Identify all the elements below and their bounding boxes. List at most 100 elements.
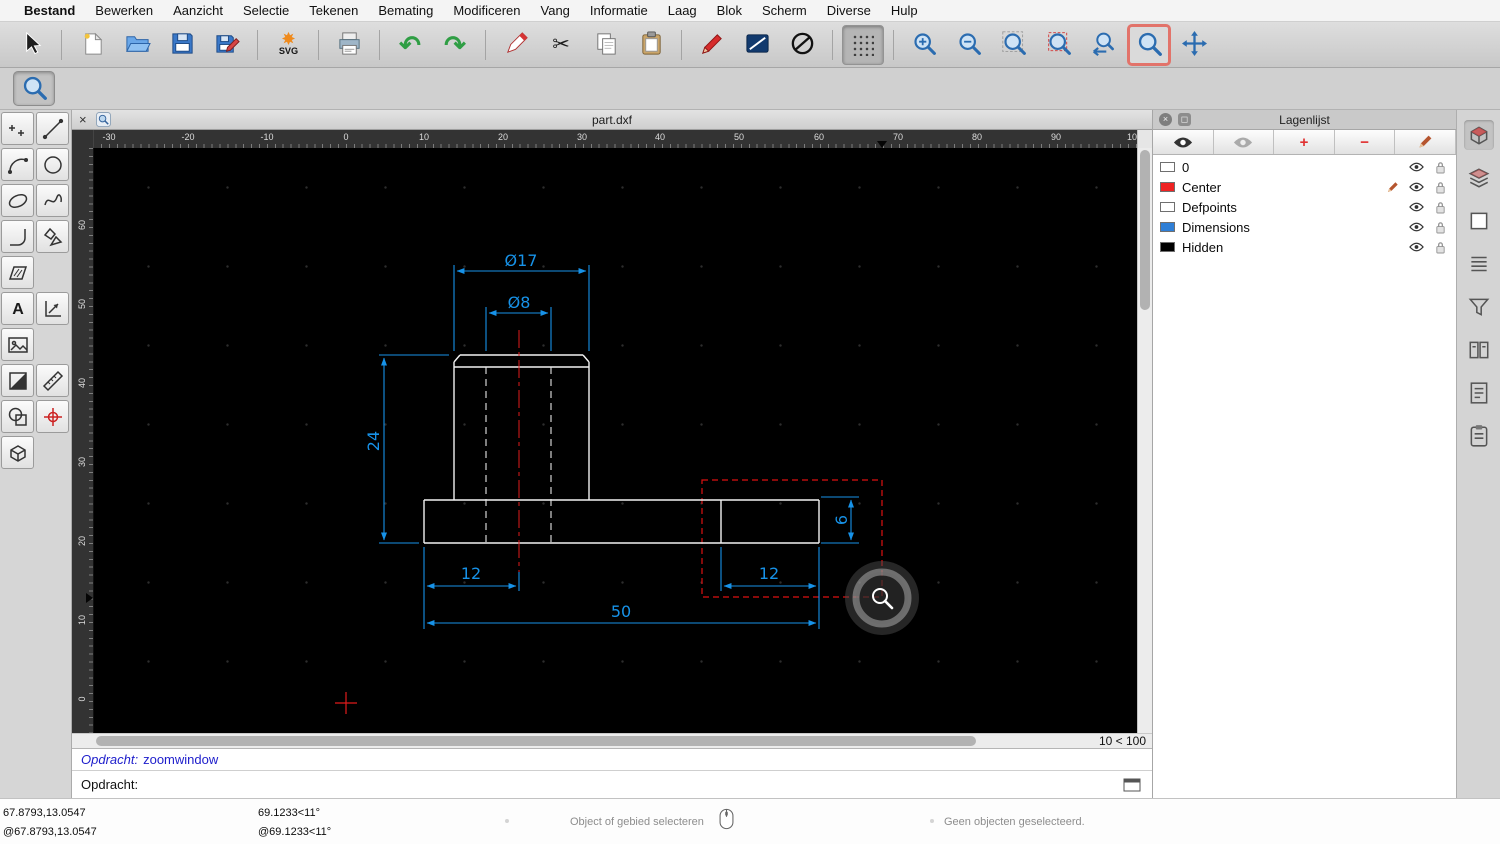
select-tool-button[interactable] bbox=[10, 25, 52, 65]
menu-bestand[interactable]: Bestand bbox=[14, 3, 85, 18]
layer-color-swatch[interactable] bbox=[1160, 242, 1175, 252]
clipboard-panel-button[interactable] bbox=[1464, 421, 1494, 451]
layer-visibility-toggle[interactable] bbox=[1408, 202, 1425, 212]
layer-row-defpoints[interactable]: Defpoints bbox=[1153, 197, 1456, 217]
layer-lock-toggle[interactable] bbox=[1432, 161, 1449, 174]
layer-lock-toggle[interactable] bbox=[1432, 241, 1449, 254]
menu-vang[interactable]: Vang bbox=[531, 3, 580, 18]
layer-list-button[interactable] bbox=[1464, 163, 1494, 193]
grid-toggle-button[interactable] bbox=[842, 24, 884, 65]
points-tool-button[interactable] bbox=[1, 112, 34, 145]
image-tool-button[interactable] bbox=[1, 328, 34, 361]
open-file-button[interactable] bbox=[116, 25, 158, 65]
report-button[interactable] bbox=[1464, 378, 1494, 408]
layer-row-0[interactable]: 0 bbox=[1153, 157, 1456, 177]
menu-diverse[interactable]: Diverse bbox=[817, 3, 881, 18]
layer-color-swatch[interactable] bbox=[1160, 162, 1175, 172]
box-3d-tool-button[interactable] bbox=[1, 436, 34, 469]
shape-tool-button[interactable] bbox=[1, 400, 34, 433]
menubar: Bestand Bewerken Aanzicht Selectie Teken… bbox=[0, 0, 1500, 22]
redo-button[interactable]: ↷ bbox=[434, 25, 476, 65]
snap-tool-button[interactable] bbox=[36, 400, 69, 433]
save-as-button[interactable] bbox=[206, 25, 248, 65]
library-browser-button[interactable] bbox=[1464, 335, 1494, 365]
zoom-selection-button[interactable] bbox=[1038, 25, 1080, 65]
layer-row-center[interactable]: Center bbox=[1153, 177, 1456, 197]
menu-informatie[interactable]: Informatie bbox=[580, 3, 658, 18]
layer-color-swatch[interactable] bbox=[1160, 202, 1175, 212]
paste-button[interactable] bbox=[630, 25, 672, 65]
zoom-previous-button[interactable] bbox=[1083, 25, 1125, 65]
menu-bemating[interactable]: Bemating bbox=[368, 3, 443, 18]
solid-fill-tool-button[interactable] bbox=[1, 364, 34, 397]
panel-close-button[interactable]: × bbox=[1159, 113, 1172, 126]
layer-lock-toggle[interactable] bbox=[1432, 181, 1449, 194]
text-tool-button[interactable]: A bbox=[1, 292, 34, 325]
command-input[interactable] bbox=[145, 774, 1114, 795]
print-preview-button[interactable] bbox=[328, 25, 370, 65]
add-layer-button[interactable]: + bbox=[1274, 130, 1335, 154]
spline-tool-button[interactable] bbox=[36, 184, 69, 217]
zoom-window-button[interactable] bbox=[1127, 23, 1171, 66]
menu-aanzicht[interactable]: Aanzicht bbox=[163, 3, 233, 18]
menu-laag[interactable]: Laag bbox=[658, 3, 707, 18]
document-close-icon[interactable]: × bbox=[79, 113, 96, 126]
pen-button[interactable] bbox=[691, 25, 733, 65]
eraser-button[interactable] bbox=[495, 25, 537, 65]
show-all-layers-button[interactable] bbox=[1153, 130, 1214, 154]
menu-scherm[interactable]: Scherm bbox=[752, 3, 817, 18]
view-list-button[interactable] bbox=[1464, 249, 1494, 279]
menu-tekenen[interactable]: Tekenen bbox=[299, 3, 368, 18]
line-tool-button[interactable] bbox=[36, 112, 69, 145]
menu-blok[interactable]: Blok bbox=[707, 3, 752, 18]
block-list-button[interactable] bbox=[1464, 206, 1494, 236]
polyline-tool-button[interactable] bbox=[1, 220, 34, 253]
undo-button[interactable]: ↶ bbox=[389, 25, 431, 65]
drawing-canvas[interactable]: Ø17 Ø8 24 12 12 50 6 bbox=[94, 148, 1137, 733]
command-panel-toggle-button[interactable] bbox=[1121, 776, 1143, 793]
layer-color-swatch[interactable] bbox=[1160, 182, 1175, 192]
svg-export-button[interactable]: SVG bbox=[267, 25, 309, 65]
line-properties-button[interactable] bbox=[736, 25, 778, 65]
layer-visibility-toggle[interactable] bbox=[1408, 242, 1425, 252]
active-tool-zoom-window-button[interactable] bbox=[13, 71, 55, 106]
layer-row-hidden[interactable]: Hidden bbox=[1153, 237, 1456, 257]
menu-bewerken[interactable]: Bewerken bbox=[85, 3, 163, 18]
zoom-auto-button[interactable] bbox=[993, 25, 1035, 65]
new-document-button[interactable] bbox=[71, 25, 113, 65]
remove-layer-button[interactable]: − bbox=[1335, 130, 1396, 154]
menu-selectie[interactable]: Selectie bbox=[233, 3, 299, 18]
copy-button[interactable] bbox=[585, 25, 627, 65]
no-fill-button[interactable] bbox=[781, 25, 823, 65]
hatch-tool-button[interactable] bbox=[1, 256, 34, 289]
measure-tool-button[interactable] bbox=[36, 364, 69, 397]
layer-visibility-toggle[interactable] bbox=[1408, 182, 1425, 192]
ellipse-tool-button[interactable] bbox=[1, 184, 34, 217]
save-button[interactable] bbox=[161, 25, 203, 65]
pan-button[interactable] bbox=[1173, 25, 1215, 65]
horizontal-scrollbar[interactable] bbox=[94, 734, 1037, 748]
cut-button[interactable]: ✂ bbox=[540, 25, 582, 65]
circle-tool-button[interactable] bbox=[36, 148, 69, 181]
layer-lock-toggle[interactable] bbox=[1432, 221, 1449, 234]
layer-color-swatch[interactable] bbox=[1160, 222, 1175, 232]
vertical-scrollbar[interactable] bbox=[1137, 148, 1152, 733]
layer-lock-toggle[interactable] bbox=[1432, 201, 1449, 214]
menu-hulp[interactable]: Hulp bbox=[881, 3, 928, 18]
polygon-tool-button[interactable] bbox=[36, 220, 69, 253]
selection-filter-button[interactable] bbox=[1464, 292, 1494, 322]
layer-visibility-toggle[interactable] bbox=[1408, 222, 1425, 232]
vertical-scrollbar-thumb[interactable] bbox=[1140, 150, 1150, 310]
arc-tool-button[interactable] bbox=[1, 148, 34, 181]
zoom-out-button[interactable] bbox=[948, 25, 990, 65]
edit-layer-button[interactable] bbox=[1395, 130, 1456, 154]
panel-detach-button[interactable]: ◻ bbox=[1178, 113, 1191, 126]
zoom-in-button[interactable] bbox=[903, 25, 945, 65]
layer-row-dimensions[interactable]: Dimensions bbox=[1153, 217, 1456, 237]
layer-visibility-toggle[interactable] bbox=[1408, 162, 1425, 172]
dimension-tool-button[interactable] bbox=[36, 292, 69, 325]
hide-all-layers-button[interactable] bbox=[1214, 130, 1275, 154]
menu-modificeren[interactable]: Modificeren bbox=[443, 3, 530, 18]
horizontal-scrollbar-thumb[interactable] bbox=[96, 736, 976, 746]
property-editor-button[interactable] bbox=[1463, 120, 1494, 150]
